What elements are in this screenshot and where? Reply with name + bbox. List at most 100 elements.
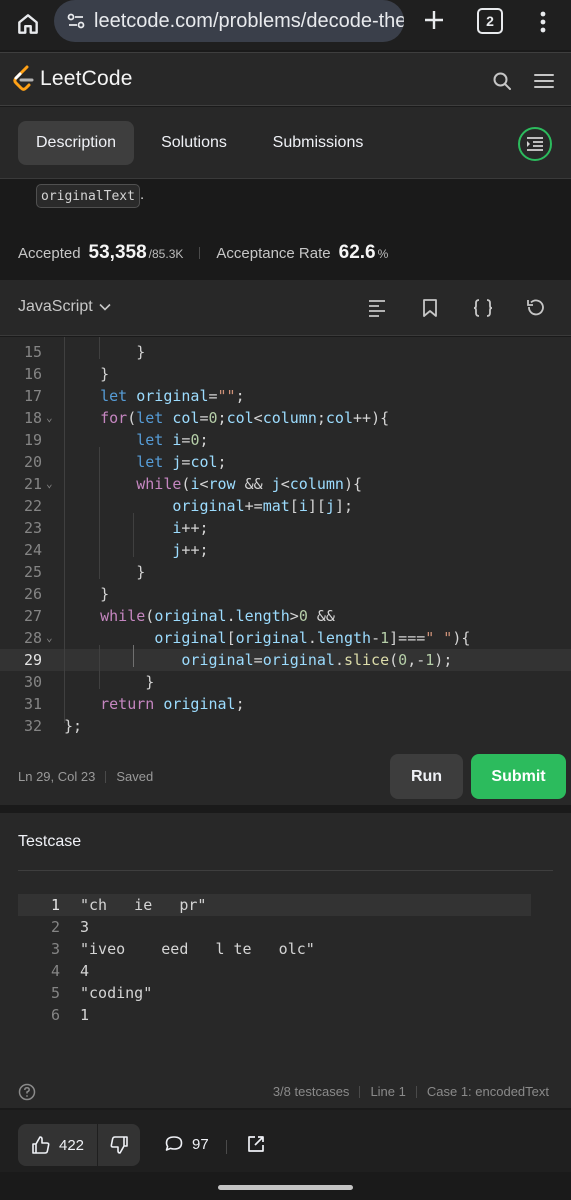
code-line[interactable]: 29 original=original.slice(0,-1); [0,649,571,671]
submit-button[interactable]: Submit [471,754,566,799]
code-punctuation: - [371,629,381,647]
url-text: leetcode.com/problems/decode-the-s [94,9,404,32]
testcase-panel: Testcase 1 "ch ie pr" 2 3 3 "iveo eed l te ol… [0,813,571,1108]
upvote-button[interactable]: 422 [18,1124,98,1166]
code-line[interactable]: 24 j++; [0,539,571,561]
code-line[interactable]: 28 ⌄ original[original.length-1]===" "){ [0,627,571,649]
code-line[interactable]: 31 return original; [0,693,571,715]
code-punctuation: = [208,387,218,405]
tab-switcher-icon[interactable]: 2 [477,8,503,34]
more-vert-icon[interactable] [530,6,556,38]
code-punctuation: & [316,607,326,625]
line-number: 26 [23,585,42,603]
testcase-line[interactable]: 44 [18,960,531,982]
code-editor[interactable]: 32}; 31 return original; 30 } 29 original=o… [0,337,571,745]
line-number: 19 [23,431,42,449]
format-code-icon[interactable] [365,296,389,320]
tab-submissions[interactable]: Submissions [256,121,380,165]
testcase-line[interactable]: 3 "iveo eed l te olc" [18,938,531,960]
problem-tabs: Description Solutions Submissions [0,107,571,179]
line-number: 6 [50,1006,60,1024]
line-number: 22 [23,497,42,515]
share-icon[interactable] [246,1134,266,1154]
code-punctuation: ; [217,409,227,427]
testcase-value: 3 [80,918,90,936]
code-line[interactable]: 15 } [0,341,571,363]
code-punctuation: . [307,629,317,647]
testcase-line[interactable]: 5 "coding" [18,982,531,1004]
chevron-down-icon [99,303,111,311]
description-trailing-text: . [140,186,145,203]
code-punctuation [64,563,136,581]
testcase-count: 3/8 testcases [272,1084,350,1099]
fold-chevron-icon[interactable]: ⌄ [46,407,53,429]
code-line[interactable]: 30 } [0,671,571,693]
testcase-line[interactable]: 61 [18,1004,531,1026]
code-line[interactable]: 20 let j=col; [0,451,571,473]
code-line[interactable]: 25 } [0,561,571,583]
code-line[interactable]: 22 original+=mat[i][j]; [0,495,571,517]
code-line[interactable]: 26 } [0,583,571,605]
run-button[interactable]: Run [390,754,463,799]
gesture-handle[interactable] [218,1185,353,1190]
code-identifier: i [298,497,308,515]
footer-divider [415,1085,417,1098]
help-icon[interactable] [18,1083,36,1101]
new-tab-icon[interactable] [418,4,450,36]
code-line[interactable]: 27 while(original.length>0 && [0,605,571,627]
code-line[interactable]: 21 ⌄ while(i<row && j<column){ [0,473,571,495]
code-line[interactable]: 18 ⌄ for(let col=0;col<column;col++){ [0,407,571,429]
code-punctuation [64,343,136,361]
site-settings-icon[interactable] [66,11,86,31]
comments-button[interactable]: 97 [164,1134,209,1154]
code-line[interactable]: 19 let i=0; [0,429,571,451]
tab-description[interactable]: Description [18,121,134,165]
acceptance-rate-value: 62.6 [338,242,376,263]
bookmark-icon[interactable] [418,296,442,320]
code-punctuation: = [416,629,426,647]
code-punctuation: = [398,629,408,647]
code-text: original=original.slice(0,-1); [64,649,452,671]
code-punctuation: { [353,475,363,493]
code-line[interactable]: 16 } [0,363,571,385]
code-line[interactable]: 17 let original=""; [0,385,571,407]
tab-solutions[interactable]: Solutions [146,121,242,165]
code-identifier: col [172,409,200,427]
code-punctuation: { [461,629,471,647]
code-text: let j=col; [64,451,226,473]
code-punctuation [64,365,100,383]
testcase-line[interactable]: 23 [18,916,531,938]
panel-toggle-icon[interactable] [518,127,552,161]
code-punctuation: { [380,409,390,427]
code-punctuation: } [145,673,155,691]
home-icon[interactable] [12,8,44,40]
code-text: return original; [64,693,245,715]
editor-status-bar: Ln 29, Col 23 Saved Run Submit [0,745,571,805]
code-punctuation: ) [434,651,444,669]
acceptance-rate-label: Acceptance Rate [216,245,331,262]
reset-icon[interactable] [523,296,547,320]
code-identifier: column [289,475,344,493]
code-punctuation: = [253,497,263,515]
fold-chevron-icon[interactable]: ⌄ [46,473,53,495]
testcase-editor[interactable]: 1 "ch ie pr" 2 3 3 "iveo eed l te olc" 4 4 5 "cod… [18,894,531,1026]
line-number: 28 [23,629,42,647]
downvote-button[interactable] [98,1124,140,1166]
code-punctuation: [ [226,629,236,647]
code-line[interactable]: 32}; [0,715,571,737]
code-identifier: column [262,409,317,427]
problem-stats: Accepted 53,358 /85.3K Acceptance Rate 6… [18,242,388,264]
address-bar[interactable]: leetcode.com/problems/decode-the-s [54,0,404,42]
code-line[interactable]: 23 i++; [0,517,571,539]
hamburger-menu-icon[interactable] [532,69,556,93]
code-keyword: let [100,387,128,405]
fold-chevron-icon[interactable]: ⌄ [46,627,53,649]
testcase-line[interactable]: 1 "ch ie pr" [18,894,531,916]
language-select[interactable]: JavaScript [18,298,111,316]
line-number: 5 [50,984,60,1002]
code-text: } [64,671,154,693]
code-punctuation: } [100,365,110,383]
search-icon[interactable] [490,69,514,93]
braces-icon[interactable] [471,296,495,320]
leetcode-logo[interactable]: LeetCode [12,65,133,93]
